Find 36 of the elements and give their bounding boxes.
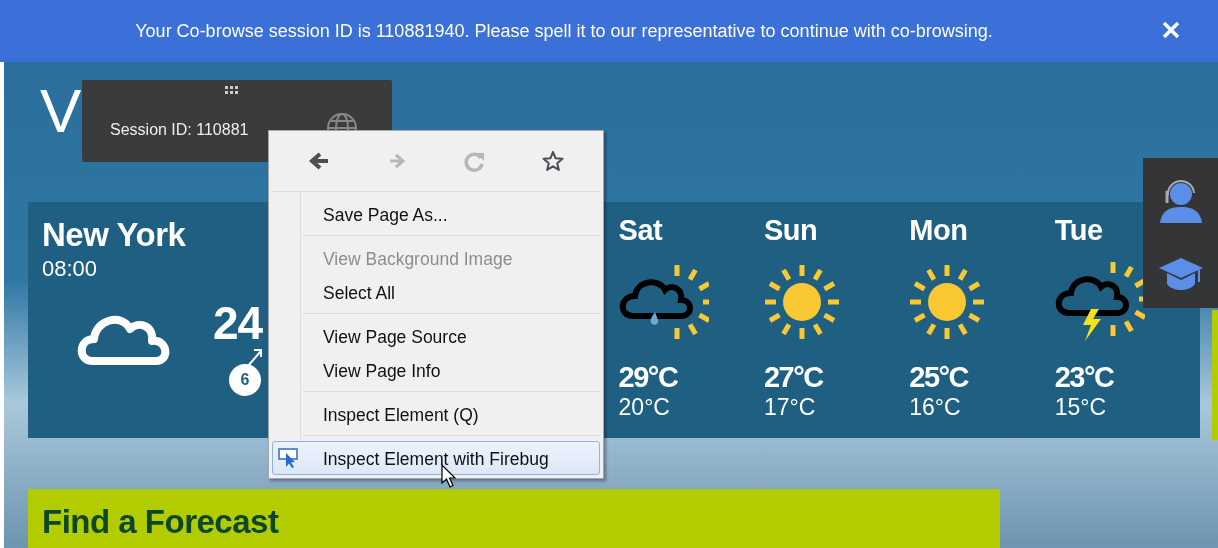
wind-speed-badge: 6: [229, 364, 261, 396]
session-message: Your Co-browse session ID is 110881940. Please spell it to our representative to continue with co-browsing.: [134, 20, 994, 42]
menu-item[interactable]: Inspect Element (Q): [272, 397, 600, 431]
session-id-label: Session ID: 110881: [110, 121, 249, 139]
low-temperature: 16°C: [909, 394, 962, 421]
inspect-pointer-icon: [278, 448, 300, 468]
menu-item[interactable]: Inspect Element with Firebug: [272, 441, 600, 475]
menu-item[interactable]: View Page Info: [272, 353, 600, 387]
sun-icon: [909, 264, 986, 340]
menu-item[interactable]: View Page Source: [272, 319, 600, 353]
forecast-day: Sat: [618, 214, 764, 247]
high-temperature: 27°C: [763, 361, 824, 394]
city-name: New York: [42, 216, 186, 254]
drag-handle-icon[interactable]: [224, 86, 240, 94]
low-temperature: 20°C: [618, 394, 671, 421]
forecast-day: Sun: [763, 214, 910, 247]
low-temperature: 17°C: [763, 394, 817, 421]
current-temperature: 24: [213, 296, 263, 350]
sun-icon: [763, 264, 840, 340]
high-temperature: 25°C: [909, 361, 970, 394]
local-time: 08:00: [42, 256, 98, 282]
low-temperature: 15°C: [1054, 394, 1107, 421]
back-arrow-icon[interactable]: [307, 150, 331, 172]
mouse-cursor-icon: [441, 464, 457, 488]
star-icon[interactable]: [541, 150, 565, 172]
site-logo[interactable]: V: [40, 80, 79, 142]
panel-heading: Find a Forecast: [42, 503, 279, 541]
forecast-day: Tue: [1054, 214, 1200, 247]
menu-item[interactable]: Select All: [272, 275, 600, 309]
rain-and-sun-icon: [618, 264, 709, 340]
forecast-day: Mon: [909, 214, 1055, 247]
wind-direction-icon: [246, 347, 264, 367]
high-temperature: 29°C: [618, 361, 679, 394]
menu-item[interactable]: Save Page As...: [272, 197, 600, 231]
close-icon[interactable]: [1162, 21, 1180, 39]
high-temperature: 23°C: [1054, 361, 1115, 394]
